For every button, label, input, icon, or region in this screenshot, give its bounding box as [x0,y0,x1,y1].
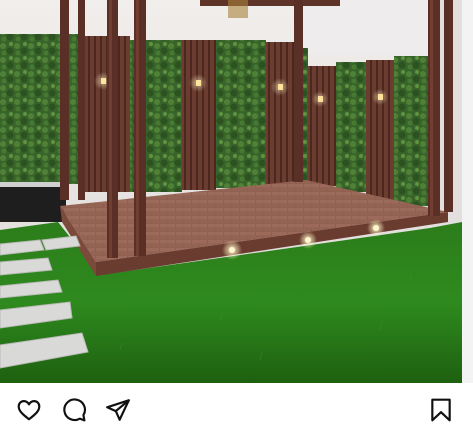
post-action-bar [0,383,473,430]
post-photo[interactable] [0,0,473,383]
speech-bubble-icon[interactable] [61,397,87,423]
bookmark-icon[interactable] [428,397,454,423]
heart-icon[interactable] [16,397,42,423]
paper-plane-icon[interactable] [105,397,131,423]
